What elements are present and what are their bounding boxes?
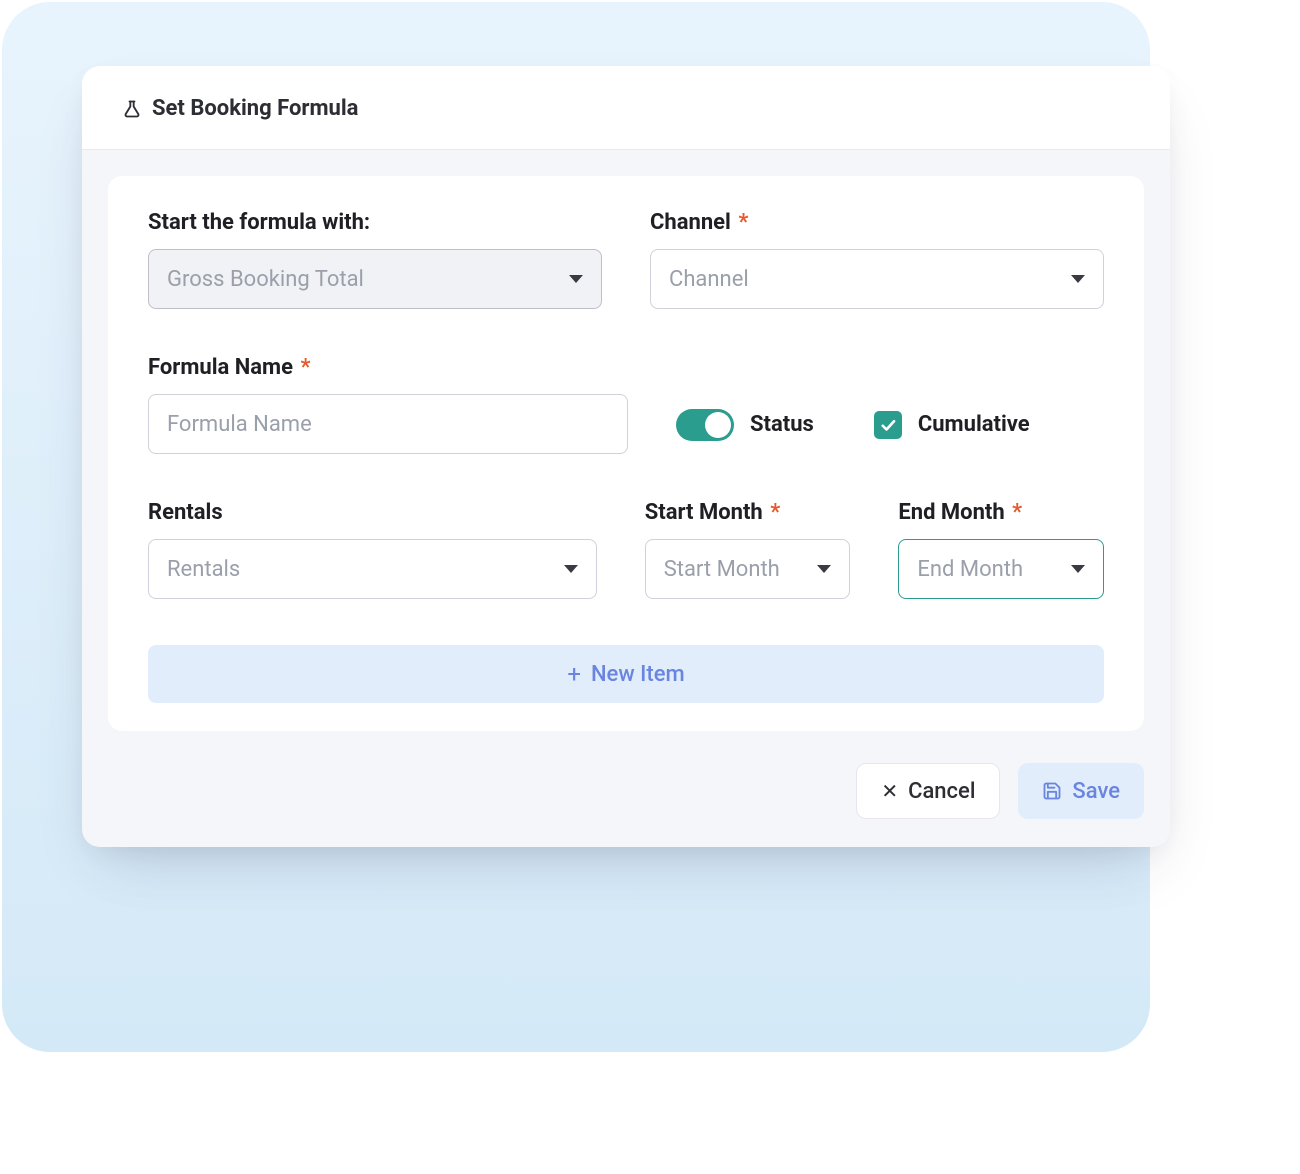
label-end-month: End Month *: [898, 500, 1104, 525]
label-formula-name: Formula Name *: [148, 355, 628, 380]
new-item-button[interactable]: + New Item: [148, 645, 1104, 703]
cancel-button[interactable]: ✕ Cancel: [856, 763, 1000, 819]
select-channel[interactable]: Channel: [650, 249, 1104, 309]
select-end-month-placeholder: End Month: [917, 557, 1023, 582]
row-name-status: Formula Name * Status: [148, 355, 1104, 454]
save-label: Save: [1072, 779, 1120, 804]
required-mark: *: [738, 210, 748, 235]
status-label: Status: [750, 412, 814, 437]
close-icon: ✕: [881, 781, 898, 801]
chevron-down-icon: [1071, 565, 1085, 573]
required-mark: *: [770, 500, 780, 525]
chevron-down-icon: [564, 565, 578, 573]
cumulative-label: Cumulative: [918, 412, 1030, 437]
plus-icon: +: [567, 662, 581, 686]
label-rentals: Rentals: [148, 500, 597, 525]
cumulative-checkbox-group: Cumulative: [874, 411, 1030, 439]
toggle-knob: [705, 412, 731, 438]
row-start-channel: Start the formula with: Gross Booking To…: [148, 210, 1104, 309]
select-start-month[interactable]: Start Month: [645, 539, 851, 599]
form-card: Start the formula with: Gross Booking To…: [108, 176, 1144, 731]
select-rentals-placeholder: Rentals: [167, 557, 240, 582]
page-background: Set Booking Formula Start the formula wi…: [2, 2, 1150, 1052]
save-icon: [1042, 781, 1062, 801]
modal-header: Set Booking Formula: [82, 66, 1170, 150]
field-channel: Channel * Channel: [650, 210, 1104, 309]
status-toggle[interactable]: [676, 409, 734, 441]
select-start-month-placeholder: Start Month: [664, 557, 780, 582]
save-button[interactable]: Save: [1018, 763, 1144, 819]
field-start-month: Start Month * Start Month: [645, 500, 851, 599]
select-end-month[interactable]: End Month: [898, 539, 1104, 599]
field-rentals: Rentals Rentals: [148, 500, 597, 599]
chevron-down-icon: [817, 565, 831, 573]
select-start-with-value: Gross Booking Total: [167, 267, 364, 292]
check-icon: [879, 416, 897, 434]
toggle-row: Status Cumulative: [676, 355, 1030, 454]
label-start-month: Start Month *: [645, 500, 851, 525]
flask-icon: [122, 99, 142, 119]
select-start-with[interactable]: Gross Booking Total: [148, 249, 602, 309]
status-toggle-group: Status: [676, 409, 814, 441]
label-channel-text: Channel: [650, 210, 731, 235]
set-booking-formula-modal: Set Booking Formula Start the formula wi…: [82, 66, 1170, 847]
select-rentals[interactable]: Rentals: [148, 539, 597, 599]
label-end-month-text: End Month: [898, 500, 1004, 525]
field-end-month: End Month * End Month: [898, 500, 1104, 599]
required-mark: *: [300, 355, 310, 380]
cancel-label: Cancel: [908, 779, 975, 804]
modal-footer: ✕ Cancel Save: [82, 741, 1170, 847]
label-formula-name-text: Formula Name: [148, 355, 293, 380]
field-formula-name: Formula Name *: [148, 355, 628, 454]
chevron-down-icon: [569, 275, 583, 283]
input-formula-name[interactable]: [148, 394, 628, 454]
required-mark: *: [1012, 500, 1022, 525]
modal-title: Set Booking Formula: [152, 96, 358, 121]
row-rentals-months: Rentals Rentals Start Month * Start Mont…: [148, 500, 1104, 599]
cumulative-checkbox[interactable]: [874, 411, 902, 439]
select-channel-placeholder: Channel: [669, 267, 749, 292]
label-channel: Channel *: [650, 210, 1104, 235]
chevron-down-icon: [1071, 275, 1085, 283]
new-item-label: New Item: [591, 662, 685, 687]
label-start-with: Start the formula with:: [148, 210, 602, 235]
field-start-with: Start the formula with: Gross Booking To…: [148, 210, 602, 309]
label-start-month-text: Start Month: [645, 500, 763, 525]
